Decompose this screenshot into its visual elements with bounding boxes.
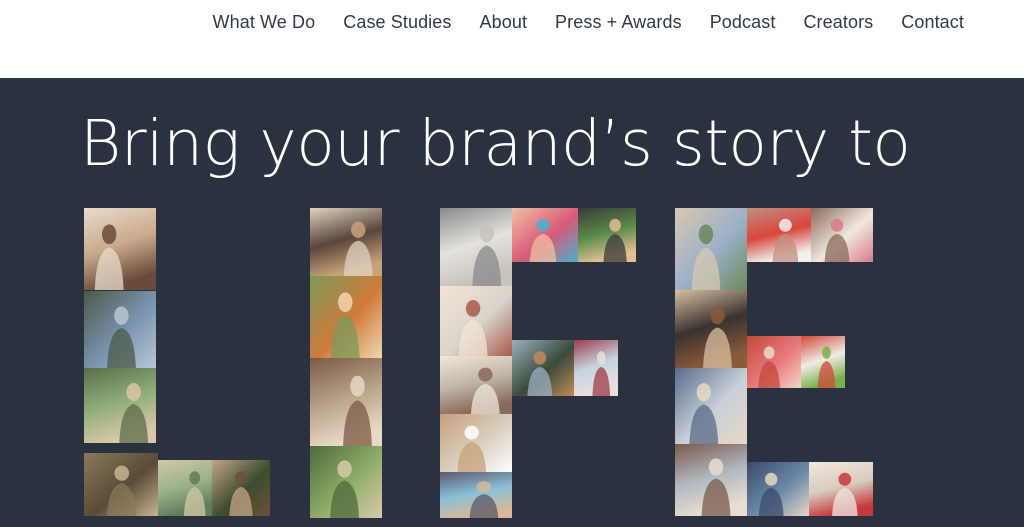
photo-mountain-hiker xyxy=(84,291,156,368)
photo-man-plant xyxy=(578,208,636,262)
photo-woman-path xyxy=(675,208,747,290)
photo-woman-garden xyxy=(310,446,382,518)
photo-woman-reading xyxy=(675,368,747,444)
nav-contact[interactable]: Contact xyxy=(887,12,978,33)
nav-podcast[interactable]: Podcast xyxy=(696,12,790,33)
photo-kitchen-scene xyxy=(440,208,512,286)
photo-products-table xyxy=(440,414,512,472)
photo-mother-child xyxy=(310,358,382,446)
photo-drinks xyxy=(747,336,801,388)
photo-woman-dark-dress xyxy=(675,290,747,368)
nav-what-we-do[interactable]: What We Do xyxy=(199,12,330,33)
photo-colorful-street xyxy=(512,208,578,262)
nav-case-studies[interactable]: Case Studies xyxy=(329,12,465,33)
photo-pool-woman xyxy=(440,472,512,518)
photo-woman-gifts xyxy=(809,462,873,516)
hero-section: Bring your brand’s story to xyxy=(0,78,1024,527)
photo-food-dish xyxy=(84,453,158,516)
top-navigation-bar: What We Do Case Studies About Press + Aw… xyxy=(0,0,1024,78)
photo-salad-plate xyxy=(310,276,382,358)
photo-woman-field xyxy=(158,460,212,516)
photo-woman-balcony xyxy=(747,462,809,516)
photo-car-woman xyxy=(512,340,574,396)
photo-storefront xyxy=(747,208,811,262)
photo-woman-red-dress xyxy=(574,340,618,396)
photo-woman-cooking xyxy=(675,444,747,516)
photo-two-people xyxy=(310,208,382,276)
photo-man-portrait xyxy=(212,460,270,516)
life-photo-collage xyxy=(0,78,1024,527)
photo-woman-stretch xyxy=(811,208,873,262)
photo-salad-bowl xyxy=(801,336,845,388)
photo-man-glasses xyxy=(440,286,512,356)
nav-about[interactable]: About xyxy=(466,12,542,33)
nav-press-awards[interactable]: Press + Awards xyxy=(541,12,696,33)
photo-man-outdoors xyxy=(84,368,156,443)
photo-woman-laptop xyxy=(440,356,512,414)
photo-woman-eating xyxy=(84,208,156,290)
main-nav-menu: What We Do Case Studies About Press + Aw… xyxy=(199,12,978,33)
nav-creators[interactable]: Creators xyxy=(789,12,887,33)
